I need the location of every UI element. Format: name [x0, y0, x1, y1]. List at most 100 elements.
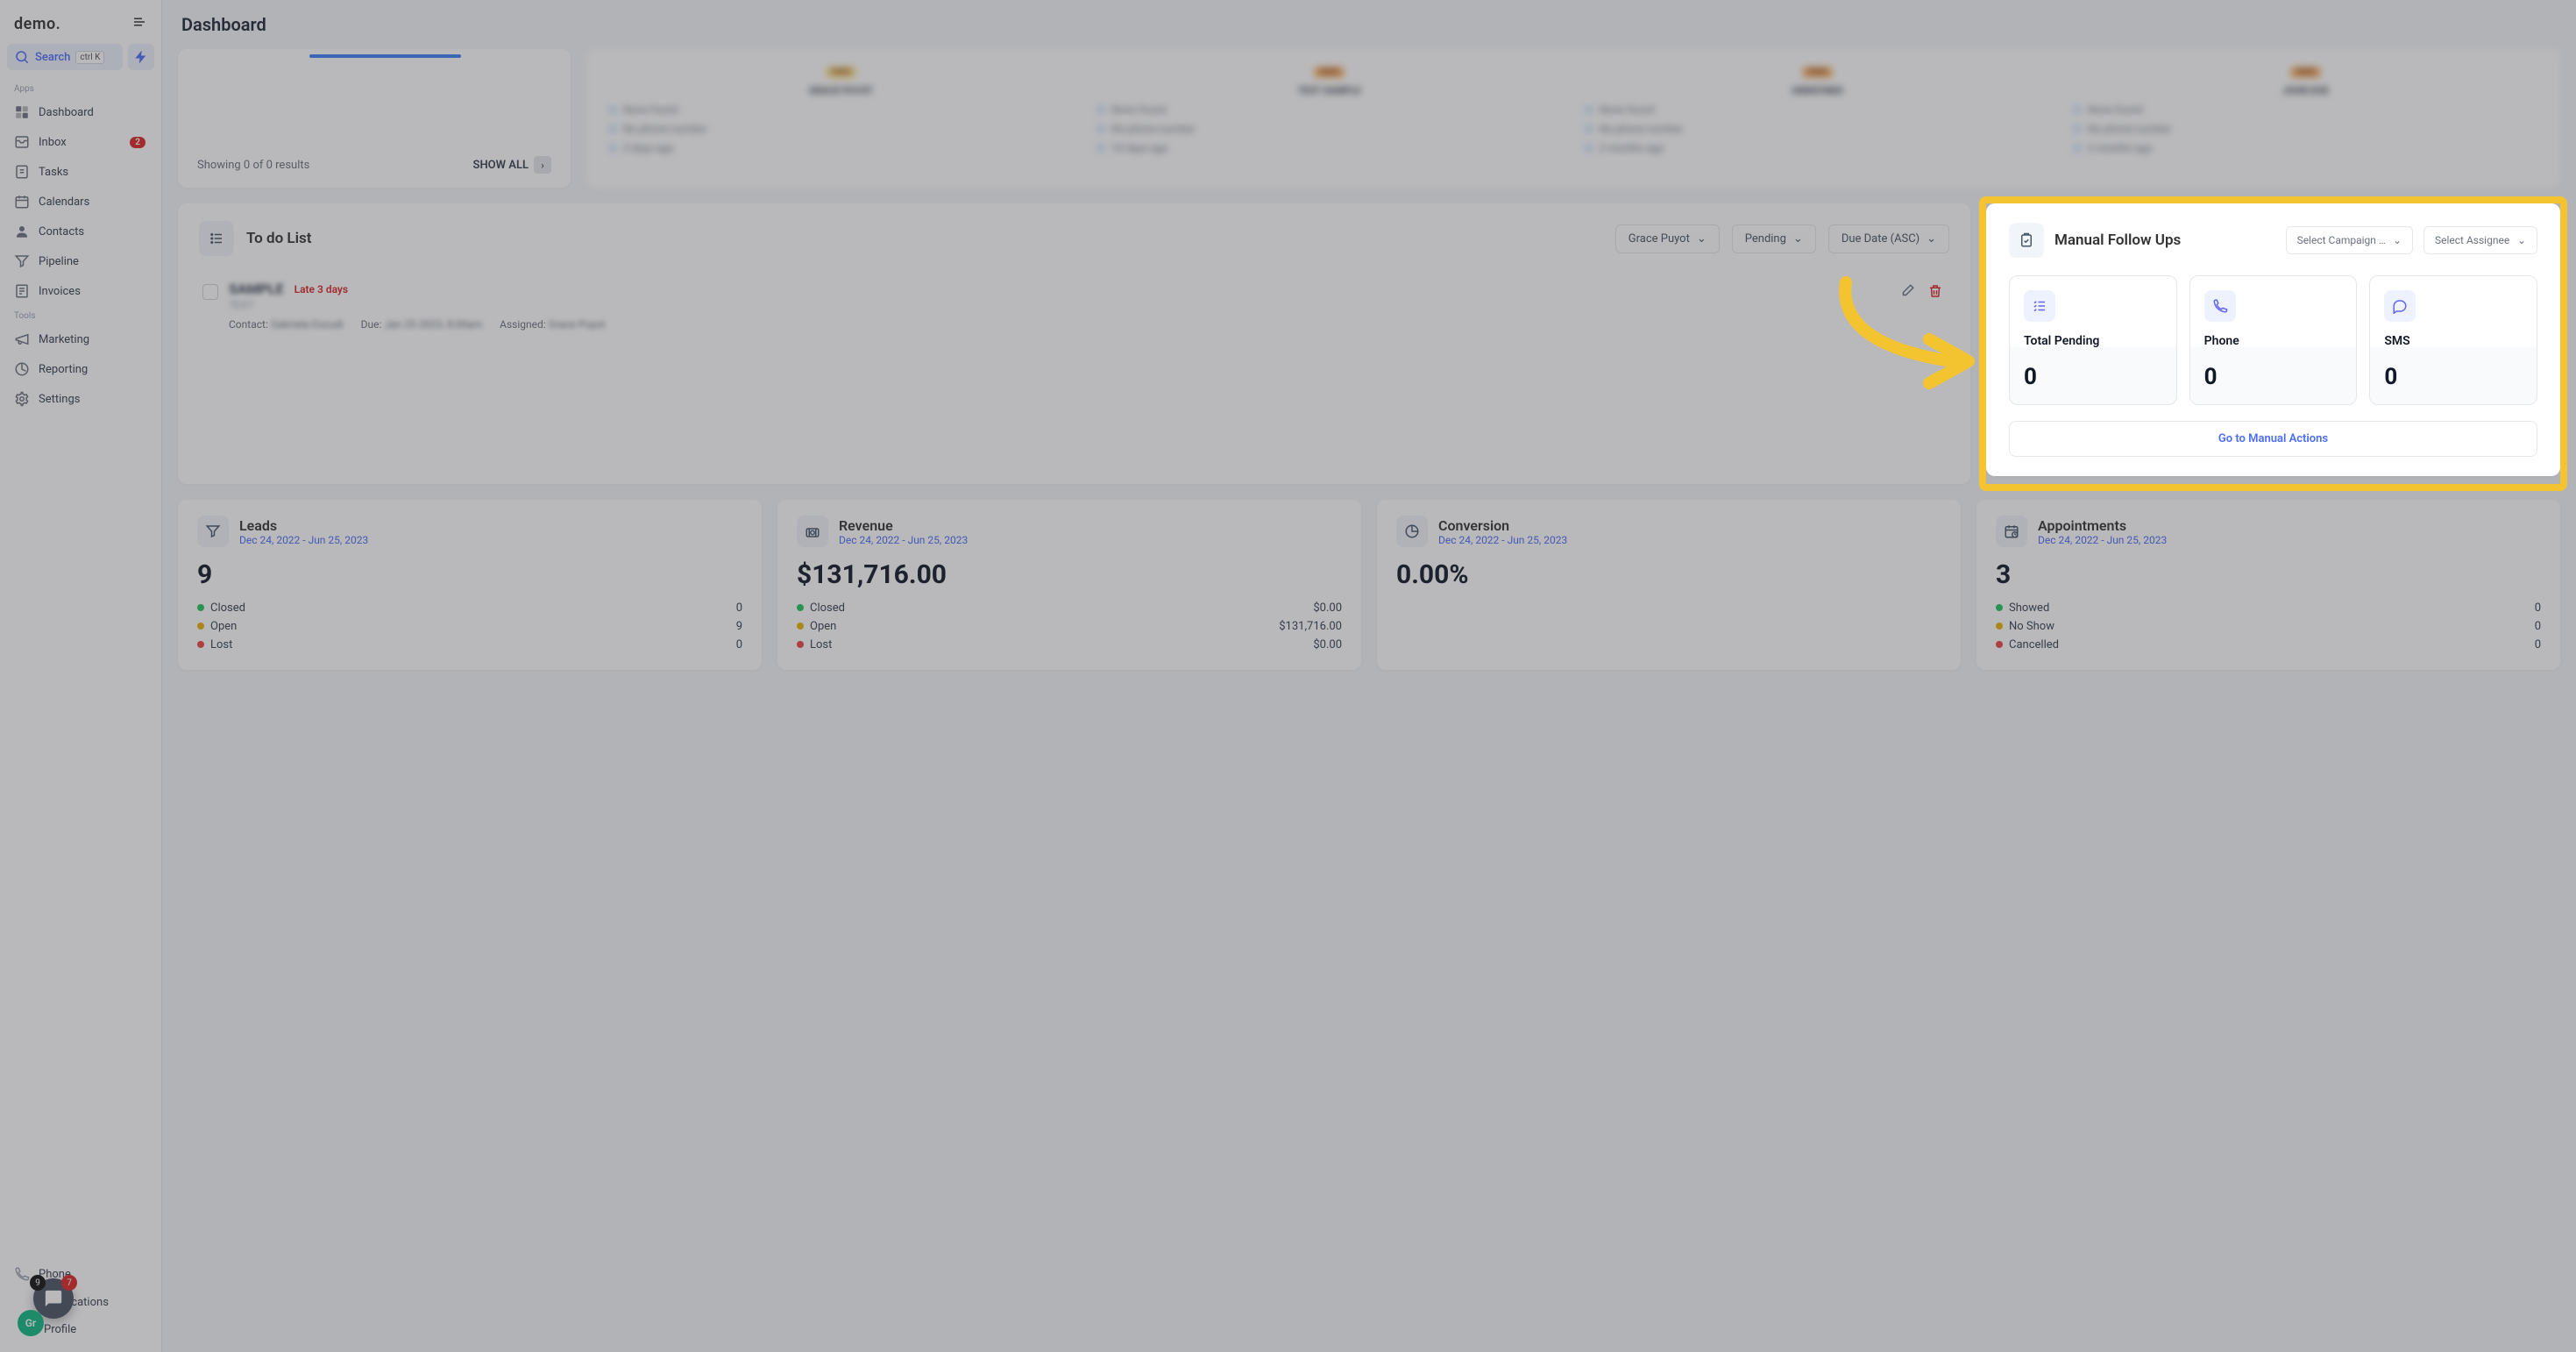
sidebar-item-label: Inbox — [39, 136, 67, 149]
status-dot — [797, 604, 804, 611]
search-input[interactable]: Search ctrl K — [7, 44, 123, 70]
status-dot — [1996, 641, 2003, 648]
stat-value: 0 — [2384, 364, 2523, 390]
todo-item: SAMPLE Late 3 days TEXT Contact: Gabriel… — [199, 274, 1949, 338]
stat-label: Total Pending — [2024, 334, 2162, 348]
todo-item-sub: TEXT — [229, 299, 1886, 311]
summary-title: Appointments — [2038, 517, 2167, 534]
annotation-arrow — [1828, 274, 1986, 396]
sidebar-item-label: Pipeline — [39, 255, 79, 268]
sidebar-item-settings[interactable]: Settings — [5, 384, 156, 414]
menu-toggle-icon[interactable] — [131, 14, 147, 33]
chevron-down-icon: ⌄ — [2393, 234, 2402, 246]
sidebar-item-reporting[interactable]: Reporting — [5, 354, 156, 384]
chevron-down-icon: ⌄ — [1793, 232, 1803, 245]
inbox-icon — [14, 134, 30, 150]
bolt-icon — [133, 49, 149, 65]
sidebar-item-label: Invoices — [39, 285, 81, 298]
filter-status-select[interactable]: Pending⌄ — [1732, 224, 1816, 253]
avatar[interactable]: Gr — [18, 1310, 44, 1336]
chat-icon — [44, 1289, 63, 1308]
status-dot — [1996, 623, 2003, 630]
logo: demo. — [14, 15, 60, 33]
stat-row: Cancelled0 — [1996, 636, 2541, 654]
gear-icon — [14, 391, 30, 407]
sidebar-item-label: Calendars — [39, 196, 89, 209]
sidebar-item-contacts[interactable]: Contacts — [5, 217, 156, 246]
megaphone-icon — [14, 331, 30, 347]
summary-value: 0.00% — [1396, 559, 1941, 590]
summary-date-range[interactable]: Dec 24, 2022 - Jun 25, 2023 — [839, 534, 968, 546]
todo-checkbox[interactable] — [202, 284, 218, 300]
stat-value: 0 — [2204, 364, 2343, 390]
chevron-down-icon: ⌄ — [2517, 234, 2526, 246]
filter-user-select[interactable]: Grace Puyot⌄ — [1615, 224, 1720, 253]
page-title: Dashboard — [178, 0, 2560, 49]
tab-indicator — [309, 54, 461, 58]
contact-card[interactable]: OMG TEST SAMPLE None found No phone numb… — [1096, 67, 1563, 170]
main-content: Dashboard Showing 0 of 0 results SHOW AL… — [162, 0, 2576, 1352]
show-all-button[interactable]: SHOW ALL › — [473, 156, 551, 174]
summary-value: $131,716.00 — [797, 559, 1342, 590]
todo-title: To do List — [246, 230, 1603, 247]
contact-card[interactable]: OMG UNDEFINED None found No phone number… — [1584, 67, 2051, 170]
tasks-icon — [14, 164, 30, 180]
inbox-badge: 2 — [130, 137, 145, 148]
dashboard-icon — [14, 104, 30, 120]
contacts-preview-card: OMG GRACE PUYOT None found No phone numb… — [586, 49, 2560, 188]
stat-value: 0 — [2024, 364, 2162, 390]
results-text: Showing 0 of 0 results — [197, 159, 309, 172]
summary-icon — [1996, 516, 2027, 547]
sidebar-item-marketing[interactable]: Marketing — [5, 324, 156, 354]
todo-late-badge: Late 3 days — [295, 283, 348, 295]
select-campaign[interactable]: Select Campaign …⌄ — [2286, 226, 2413, 254]
contacts-icon — [14, 224, 30, 239]
sidebar-item-pipeline[interactable]: Pipeline — [5, 246, 156, 276]
sidebar-item-label: Profile — [44, 1323, 76, 1336]
sidebar-item-calendars[interactable]: Calendars — [5, 187, 156, 217]
followups-title: Manual Follow Ups — [2054, 231, 2275, 249]
status-dot — [797, 623, 804, 630]
search-icon — [14, 49, 30, 65]
pipeline-icon — [14, 253, 30, 269]
sidebar-item-inbox[interactable]: Inbox 2 — [5, 127, 156, 157]
stat-row: Open9 — [197, 617, 742, 636]
stat-phone[interactable]: Phone 0 — [2189, 275, 2358, 405]
stat-row: Closed$0.00 — [797, 599, 1342, 617]
summary-date-range[interactable]: Dec 24, 2022 - Jun 25, 2023 — [1438, 534, 1567, 546]
message-icon — [2384, 290, 2416, 322]
stat-sms[interactable]: SMS 0 — [2369, 275, 2537, 405]
phone-icon — [14, 1266, 30, 1282]
summary-title: Revenue — [839, 517, 968, 534]
filter-sort-select[interactable]: Due Date (ASC)⌄ — [1828, 224, 1949, 253]
summary-card-appointments: Appointments Dec 24, 2022 - Jun 25, 2023… — [1976, 500, 2560, 670]
sidebar-item-tasks[interactable]: Tasks — [5, 157, 156, 187]
sidebar-item-dashboard[interactable]: Dashboard — [5, 97, 156, 127]
sidebar: demo. Search ctrl K Apps Dashboard I — [0, 0, 162, 1352]
status-dot — [1996, 604, 2003, 611]
sidebar-item-label: Tasks — [39, 166, 68, 179]
stat-label: SMS — [2384, 334, 2523, 348]
sidebar-item-invoices[interactable]: Invoices — [5, 276, 156, 306]
chat-count-b: 7 — [61, 1275, 77, 1291]
contact-card[interactable]: OMG GRACE PUYOT None found No phone numb… — [607, 67, 1075, 170]
list-icon — [199, 221, 234, 256]
chat-count-a: 9 — [30, 1275, 46, 1291]
summary-icon — [797, 516, 828, 547]
status-dot — [197, 604, 204, 611]
sidebar-item-label: Marketing — [39, 333, 89, 346]
section-tools: Tools — [5, 306, 156, 324]
summary-date-range[interactable]: Dec 24, 2022 - Jun 25, 2023 — [2038, 534, 2167, 546]
summary-value: 9 — [197, 559, 742, 590]
contact-card[interactable]: OMG JOHN DOE None found No phone number … — [2072, 67, 2539, 170]
summary-date-range[interactable]: Dec 24, 2022 - Jun 25, 2023 — [239, 534, 368, 546]
manual-actions-button[interactable]: Go to Manual Actions — [2009, 421, 2537, 457]
sidebar-item-phone[interactable]: Phone — [5, 1259, 156, 1289]
clipboard-icon — [2009, 223, 2044, 258]
stat-total-pending[interactable]: Total Pending 0 — [2009, 275, 2177, 405]
select-assignee[interactable]: Select Assignee⌄ — [2423, 226, 2537, 254]
stat-row: Open$131,716.00 — [797, 617, 1342, 636]
calendar-icon — [14, 194, 30, 210]
summary-card-conversion: Conversion Dec 24, 2022 - Jun 25, 2023 0… — [1377, 500, 1961, 670]
quick-actions-button[interactable] — [128, 44, 154, 70]
